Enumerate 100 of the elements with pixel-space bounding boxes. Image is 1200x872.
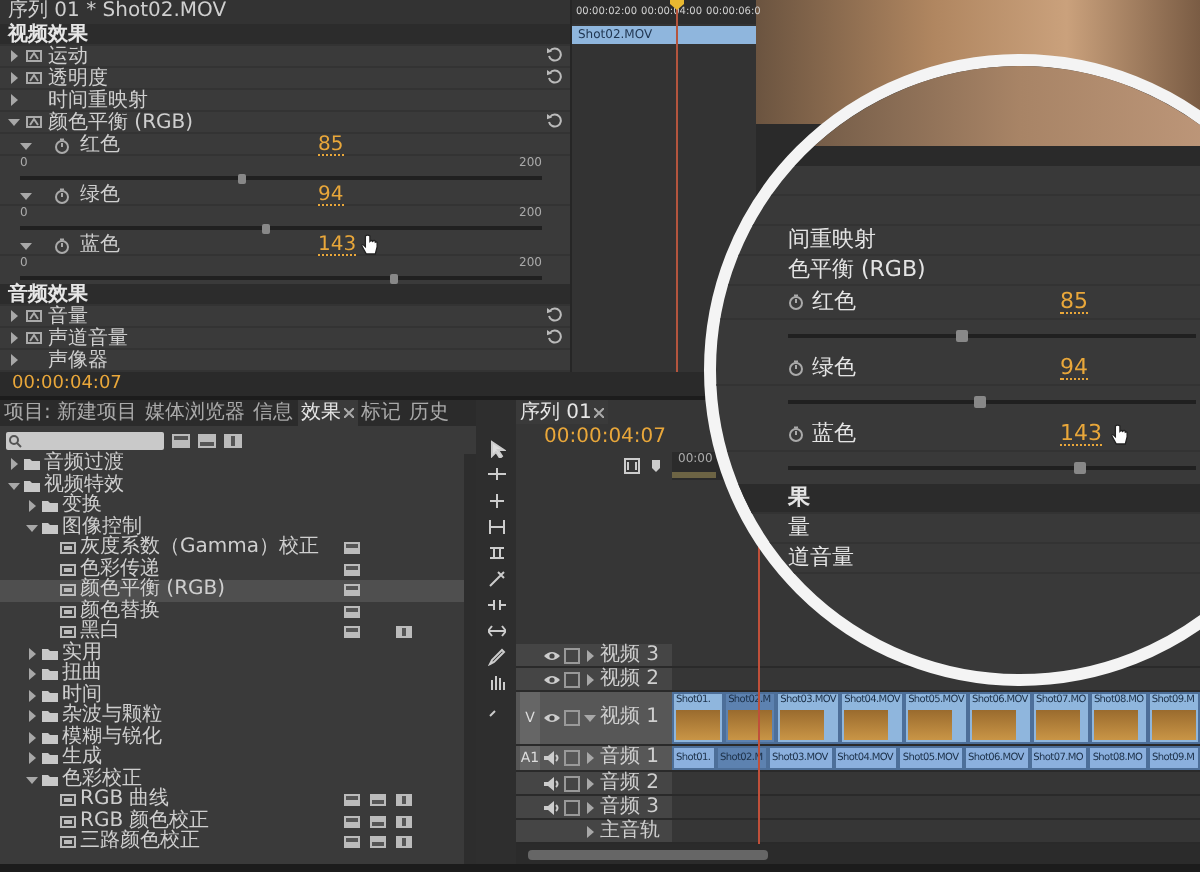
panel-tab[interactable]: 媒体浏览器: [141, 400, 250, 426]
collapsed-triangle-icon[interactable]: [8, 332, 20, 344]
speaker-icon[interactable]: [544, 750, 560, 766]
panel-tab[interactable]: 项目: 新建项目: [0, 400, 142, 426]
collapsed-triangle-icon[interactable]: [8, 72, 20, 84]
effect-toggle-icon[interactable]: [26, 308, 42, 324]
expanded-triangle-icon[interactable]: [8, 116, 20, 128]
yuv-filter-icon[interactable]: [224, 433, 242, 447]
slide-icon[interactable]: [487, 622, 505, 640]
folder-item[interactable]: 实用: [0, 643, 464, 664]
collapsed-triangle-icon[interactable]: [584, 825, 596, 837]
parameter-value[interactable]: 85: [1060, 290, 1088, 314]
effect-row[interactable]: 运动: [0, 46, 570, 68]
bit-depth-filter-icon[interactable]: [198, 433, 216, 447]
reset-icon[interactable]: [546, 327, 562, 343]
reset-icon[interactable]: [546, 305, 562, 321]
parameter-value[interactable]: 94: [1060, 356, 1088, 380]
marker-icon[interactable]: [648, 458, 664, 474]
effect-row[interactable]: 透明度: [0, 68, 570, 90]
accelerated-filter-icon[interactable]: [172, 433, 190, 447]
stopwatch-icon[interactable]: [54, 187, 70, 203]
parameter-row[interactable]: 蓝色 143: [716, 418, 1200, 452]
scrollbar-thumb[interactable]: [528, 849, 768, 859]
track-header[interactable]: 视频 2: [516, 668, 672, 690]
effect-item[interactable]: 色彩传递: [0, 559, 464, 580]
effect-item[interactable]: RGB 颜色校正: [0, 811, 464, 832]
folder-item[interactable]: 杂波与颗粒: [0, 706, 464, 727]
collapsed-triangle-icon[interactable]: [26, 731, 38, 744]
parameter-value[interactable]: 143: [1060, 422, 1102, 446]
eye-icon[interactable]: [544, 671, 560, 687]
collapsed-triangle-icon[interactable]: [584, 752, 596, 764]
lock-icon[interactable]: [564, 710, 580, 726]
effect-item[interactable]: 灰度系数（Gamma）校正: [0, 538, 464, 559]
collapsed-triangle-icon[interactable]: [26, 500, 38, 513]
rolling-edit-icon[interactable]: [487, 518, 505, 536]
effect-item[interactable]: 颜色替换: [0, 601, 464, 622]
collapsed-triangle-icon[interactable]: [584, 801, 596, 813]
collapsed-triangle-icon[interactable]: [584, 649, 596, 661]
speaker-icon[interactable]: [544, 775, 560, 791]
collapsed-triangle-icon[interactable]: [8, 310, 20, 322]
expanded-triangle-icon[interactable]: [20, 239, 32, 251]
parameter-value[interactable]: 94: [318, 185, 344, 205]
effect-row[interactable]: 时间重映射: [0, 90, 570, 112]
stopwatch-icon[interactable]: [788, 426, 804, 442]
collapsed-triangle-icon[interactable]: [8, 50, 20, 62]
slider-thumb[interactable]: [973, 396, 986, 408]
effect-item[interactable]: 黑白: [0, 622, 464, 643]
reset-icon[interactable]: [546, 45, 562, 61]
track-header[interactable]: 音频 3: [516, 796, 672, 818]
panel-tab[interactable]: 标记: [357, 400, 406, 426]
effect-toggle-icon[interactable]: [26, 48, 42, 64]
slider-thumb[interactable]: [261, 223, 270, 233]
panel-tab[interactable]: 历史: [405, 400, 454, 426]
effect-row[interactable]: 颜色平衡 (RGB): [0, 112, 570, 134]
folder-item[interactable]: 模糊与锐化: [0, 727, 464, 748]
folder-item[interactable]: 色彩校正: [0, 769, 464, 790]
reset-icon[interactable]: [546, 111, 562, 127]
slider-thumb[interactable]: [237, 173, 246, 183]
effect-item[interactable]: 三路颜色校正: [0, 832, 464, 853]
parameter-row[interactable]: 绿色 94: [716, 352, 1200, 386]
track-select-icon[interactable]: [487, 466, 505, 484]
expanded-triangle-icon[interactable]: [26, 521, 38, 534]
collapsed-triangle-icon[interactable]: [584, 777, 596, 789]
collapsed-triangle-icon[interactable]: [26, 710, 38, 723]
panel-tab[interactable]: 信息: [249, 400, 298, 426]
stopwatch-icon[interactable]: [788, 294, 804, 310]
expanded-triangle-icon[interactable]: [26, 773, 38, 786]
folder-item[interactable]: 扭曲: [0, 664, 464, 685]
collapsed-triangle-icon[interactable]: [26, 752, 38, 765]
parameter-value[interactable]: 85: [318, 135, 344, 155]
pen-icon[interactable]: [487, 648, 505, 666]
rate-stretch-icon[interactable]: [487, 544, 505, 562]
snap-icon[interactable]: [624, 458, 640, 474]
collapsed-triangle-icon[interactable]: [26, 668, 38, 681]
razor-icon[interactable]: [487, 570, 505, 588]
folder-item[interactable]: 变换: [0, 496, 464, 517]
effect-toggle-icon[interactable]: [26, 70, 42, 86]
collapsed-triangle-icon[interactable]: [584, 673, 596, 685]
folder-item[interactable]: 生成: [0, 748, 464, 769]
effect-toggle-icon[interactable]: [26, 114, 42, 130]
slider-thumb[interactable]: [1073, 462, 1086, 474]
collapsed-triangle-icon[interactable]: [8, 354, 20, 366]
effect-row[interactable]: 音量: [0, 306, 570, 328]
expanded-triangle-icon[interactable]: [8, 479, 20, 492]
stopwatch-icon[interactable]: [54, 137, 70, 153]
close-icon[interactable]: [343, 408, 354, 418]
collapsed-triangle-icon[interactable]: [26, 647, 38, 660]
folder-item[interactable]: 图像控制: [0, 517, 464, 538]
speaker-icon[interactable]: [544, 799, 560, 815]
collapsed-triangle-icon[interactable]: [8, 458, 20, 471]
folder-item[interactable]: 视频特效: [0, 475, 464, 496]
effect-item[interactable]: 颜色平衡 (RGB): [0, 580, 464, 601]
close-icon[interactable]: [593, 407, 604, 417]
stopwatch-icon[interactable]: [54, 237, 70, 253]
panel-tab[interactable]: 序列 01: [516, 400, 608, 424]
effect-item[interactable]: RGB 曲线: [0, 790, 464, 811]
reset-icon[interactable]: [546, 67, 562, 83]
stopwatch-icon[interactable]: [788, 360, 804, 376]
parameter-row[interactable]: 蓝色 143: [0, 234, 570, 256]
search-field[interactable]: [6, 431, 164, 449]
